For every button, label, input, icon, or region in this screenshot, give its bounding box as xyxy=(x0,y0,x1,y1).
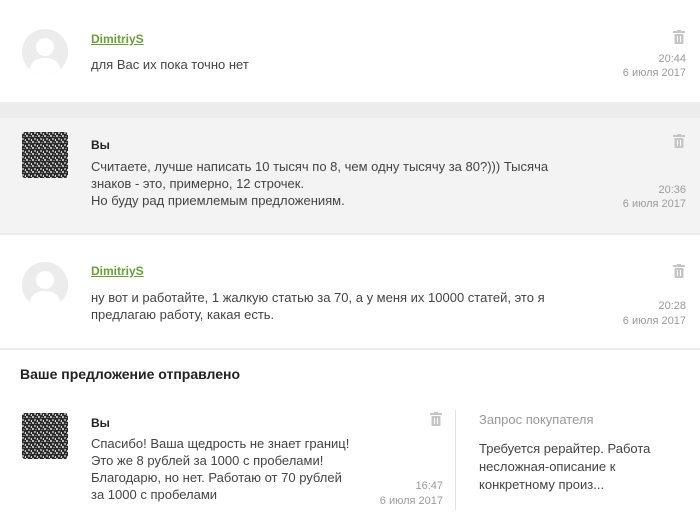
message-line: предлагаю работу, какая есть. xyxy=(91,307,275,322)
message-time: 16:47 xyxy=(415,480,443,492)
noise-avatar xyxy=(22,413,68,459)
message-item: Вы Считаете, лучше написать 10 тысяч по … xyxy=(0,118,700,233)
message-text: Считаете, лучше написать 10 тысяч по 8, … xyxy=(91,158,548,209)
message-line: ну вот и работайте, 1 жалкую статью за 7… xyxy=(91,290,545,305)
request-title: Запрос покупателя xyxy=(479,412,594,427)
self-avatar[interactable] xyxy=(22,413,68,459)
message-line: Считаете, лучше написать 10 тысяч по 8, … xyxy=(91,159,549,174)
self-avatar[interactable] xyxy=(22,132,68,178)
request-line: конкретному произ... xyxy=(479,477,605,492)
message-line: Это же 8 рублей за 1000 с пробелами! xyxy=(91,453,324,468)
user-avatar[interactable] xyxy=(22,29,68,75)
message-date: 6 июля 2017 xyxy=(622,67,686,79)
message-text: Спасибо! Ваша щедрость не знает границ! … xyxy=(91,435,349,503)
user-avatar[interactable] xyxy=(22,262,68,308)
message-text: ну вот и работайте, 1 жалкую статью за 7… xyxy=(91,289,545,323)
message-line: за 1000 с пробелами xyxy=(91,487,218,502)
message-line: Благодарю, но нет. Работаю от 70 рублей xyxy=(91,470,342,485)
message-text: для Вас их пока точно нет xyxy=(91,57,249,72)
user-placeholder-icon xyxy=(22,262,68,308)
section-title: Ваше предложение отправлено xyxy=(20,366,241,382)
message-item: DimitriyS для Вас их пока точно нет 20:4… xyxy=(0,0,700,102)
message-time: 20:36 xyxy=(658,184,686,196)
message-time: 20:44 xyxy=(658,53,686,65)
trash-icon[interactable] xyxy=(673,30,685,44)
message-line: Спасибо! Ваша щедрость не знает границ! xyxy=(91,436,350,451)
trash-icon[interactable] xyxy=(430,412,442,426)
author-name: Вы xyxy=(91,416,110,430)
trash-icon[interactable] xyxy=(673,134,685,148)
message-date: 6 июля 2017 xyxy=(379,495,443,507)
message-date: 6 июля 2017 xyxy=(622,198,686,210)
trash-icon[interactable] xyxy=(673,264,685,278)
message-line: знаков - это, примерно, 12 строчек. xyxy=(91,176,305,191)
message-item: DimitriyS ну вот и работайте, 1 жалкую с… xyxy=(0,235,700,348)
author-link[interactable]: DimitriyS xyxy=(91,32,144,46)
user-placeholder-icon xyxy=(22,29,68,75)
divider xyxy=(455,410,456,510)
message-date: 6 июля 2017 xyxy=(622,315,686,327)
request-text[interactable]: Требуется рерайтер. Работа несложная-опи… xyxy=(479,440,694,494)
author-link[interactable]: DimitriyS xyxy=(91,264,144,278)
noise-avatar xyxy=(22,132,68,178)
author-name: Вы xyxy=(91,138,110,152)
request-line: Требуется рерайтер. Работа xyxy=(479,441,651,456)
request-line: несложная-описание к xyxy=(479,459,616,474)
message-line: Но буду рад приемлемым предложениям. xyxy=(91,193,345,208)
message-time: 20:28 xyxy=(658,300,686,312)
